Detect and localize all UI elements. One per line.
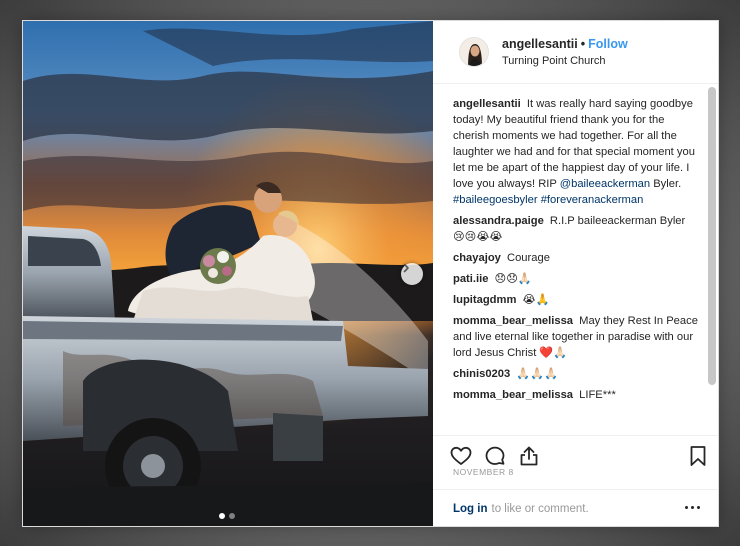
chevron-right-icon bbox=[403, 263, 409, 273]
comment-username[interactable]: chinis0203 bbox=[453, 368, 510, 380]
bookmark-icon bbox=[690, 446, 706, 466]
share-icon bbox=[520, 446, 538, 466]
comment-username[interactable]: chayajoy bbox=[453, 252, 501, 264]
hashtag-link[interactable]: #foreveranackerman bbox=[541, 194, 644, 206]
comment-item: momma_bear_melissa LIFE*** bbox=[453, 387, 700, 403]
share-button[interactable] bbox=[517, 444, 541, 468]
carousel-indicator bbox=[219, 513, 235, 519]
post-username[interactable]: angellesantii bbox=[502, 37, 578, 51]
login-link[interactable]: Log in bbox=[453, 503, 488, 515]
comment-text: 🙏🏻🙏🏻🙏🏻 bbox=[516, 368, 559, 380]
comment-username[interactable]: momma_bear_melissa bbox=[453, 315, 573, 327]
login-prompt-text: to like or comment. bbox=[491, 503, 589, 515]
login-footer: Log in to like or comment. bbox=[433, 489, 718, 526]
caption-username[interactable]: angellesantii bbox=[453, 98, 521, 110]
post-side-panel: angellesantii • Follow Turning Point Churc… bbox=[433, 21, 718, 526]
post-card: angellesantii • Follow Turning Point Churc… bbox=[22, 20, 719, 527]
mention-link[interactable]: @baileeackerman bbox=[560, 178, 650, 190]
carousel-dot-active bbox=[219, 513, 225, 519]
avatar[interactable] bbox=[459, 37, 489, 67]
comment-text: LIFE*** bbox=[579, 389, 616, 401]
comment-button[interactable] bbox=[483, 444, 507, 468]
comment-icon bbox=[485, 446, 505, 465]
caption-after-mention: Byler. bbox=[653, 178, 682, 190]
comment-username[interactable]: pati.iie bbox=[453, 273, 488, 285]
post-header-line: angellesantii • Follow bbox=[502, 37, 628, 52]
comment-text: 😭🙏 bbox=[522, 294, 550, 306]
post-photo[interactable] bbox=[23, 21, 433, 526]
comment-text: 😞😞🙏🏻 bbox=[494, 273, 532, 285]
comment-username[interactable]: momma_bear_melissa bbox=[453, 389, 573, 401]
profile-picture-icon bbox=[460, 38, 488, 66]
comment-item: alessandra.paige R.I.P baileeackerman By… bbox=[453, 213, 700, 245]
more-dot bbox=[691, 506, 694, 509]
next-photo-button[interactable] bbox=[401, 263, 423, 285]
more-options-icon[interactable] bbox=[685, 506, 700, 509]
post-location[interactable]: Turning Point Church bbox=[502, 55, 628, 67]
comment-item: chinis0203 🙏🏻🙏🏻🙏🏻 bbox=[453, 366, 700, 382]
caption-text: It was really hard saying goodbye today!… bbox=[453, 98, 695, 190]
post-date[interactable]: NOVEMBER 8 bbox=[453, 467, 514, 477]
more-dot bbox=[697, 506, 700, 509]
caption: angellesantii It was really hard saying … bbox=[453, 96, 700, 208]
save-button[interactable] bbox=[686, 444, 710, 468]
post-header: angellesantii • Follow Turning Point Churc… bbox=[433, 21, 718, 84]
follow-button[interactable]: Follow bbox=[588, 37, 628, 51]
comment-item: momma_bear_melissa May they Rest In Peac… bbox=[453, 313, 700, 361]
heart-icon bbox=[450, 446, 472, 465]
dot-separator: • bbox=[580, 37, 586, 51]
hashtag-link[interactable]: #baileegoesbyler bbox=[453, 194, 538, 206]
like-button[interactable] bbox=[449, 444, 473, 468]
carousel-dot bbox=[229, 513, 235, 519]
comments-scrollbar[interactable] bbox=[708, 87, 716, 385]
comments-list[interactable]: angellesantii It was really hard saying … bbox=[433, 85, 718, 435]
comment-text: Courage bbox=[507, 252, 550, 264]
comment-item: chayajoy Courage bbox=[453, 250, 700, 266]
post-header-text: angellesantii • Follow Turning Point Churc… bbox=[502, 37, 628, 67]
comment-username[interactable]: alessandra.paige bbox=[453, 215, 544, 227]
comment-item: lupitagdmm 😭🙏 bbox=[453, 292, 700, 308]
comment-username[interactable]: lupitagdmm bbox=[453, 294, 516, 306]
wedding-photo-illustration bbox=[23, 21, 433, 526]
comment-item: pati.iie 😞😞🙏🏻 bbox=[453, 271, 700, 287]
more-dot bbox=[685, 506, 688, 509]
